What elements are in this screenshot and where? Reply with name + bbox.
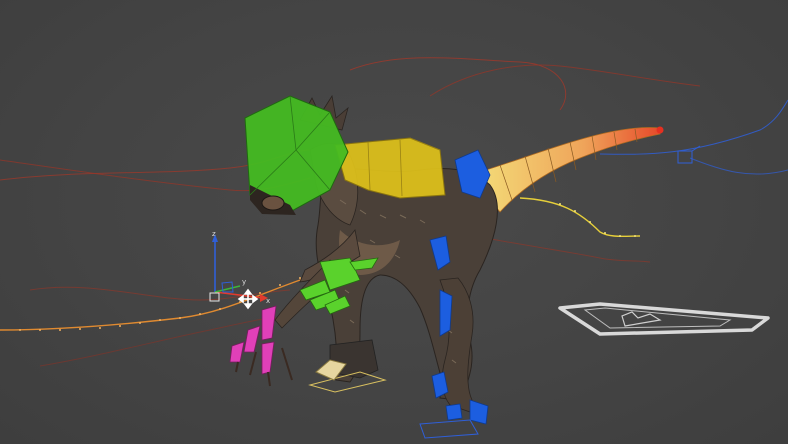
- motion-path-yellow-keys: [559, 203, 636, 237]
- motion-path-blue-2[interactable]: [689, 157, 788, 175]
- gizmo-y-label: y: [242, 278, 246, 286]
- motion-path-tail-upper[interactable]: [429, 64, 701, 97]
- back-foot-control[interactable]: [419, 419, 479, 439]
- right-finger-3[interactable]: [229, 341, 245, 363]
- motion-path-yellow[interactable]: [519, 197, 641, 238]
- gizmo-y-axis[interactable]: [214, 285, 241, 293]
- right-finger-2[interactable]: [243, 325, 261, 353]
- right-finger-4[interactable]: [261, 341, 275, 375]
- root-arrow-icon: [621, 311, 662, 327]
- motion-path-orange-keys: [19, 272, 321, 331]
- right-finger-1[interactable]: [261, 305, 277, 341]
- gizmo-z-label: z: [212, 230, 216, 238]
- gizmo-x-axis[interactable]: [214, 291, 265, 299]
- leg-control-ankle[interactable]: [469, 399, 489, 425]
- leg-control-toe[interactable]: [445, 403, 463, 421]
- leg-control-thigh[interactable]: [439, 289, 453, 337]
- tail-tip-control[interactable]: [656, 126, 664, 134]
- motion-path-blue[interactable]: [599, 99, 788, 155]
- root-control[interactable]: [558, 302, 770, 336]
- viewport-scene: z x y: [0, 57, 788, 439]
- root-control-ring[interactable]: [558, 302, 770, 336]
- gizmo-x-label: x: [266, 297, 270, 305]
- tail-control-shape[interactable]: [469, 127, 661, 213]
- tail-controls[interactable]: [469, 126, 664, 213]
- dino-eye: [261, 195, 285, 211]
- move-cursor-icon: [237, 288, 259, 310]
- 3d-viewport[interactable]: z x y: [0, 0, 788, 444]
- motion-path-red-right[interactable]: [469, 234, 651, 263]
